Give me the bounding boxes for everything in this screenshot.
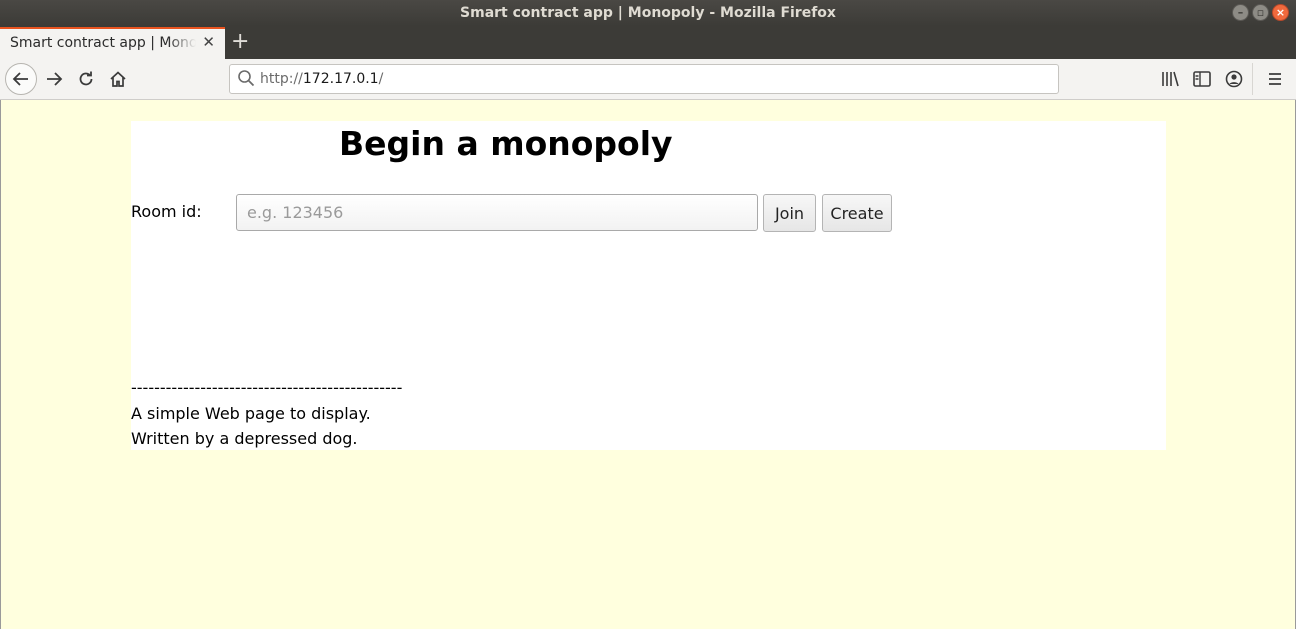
menu-icon[interactable] (1264, 68, 1286, 90)
back-button[interactable] (5, 63, 37, 95)
url-text: http://172.17.0.1/ (260, 71, 383, 87)
url-scheme: http:// (260, 71, 303, 87)
create-button[interactable]: Create (822, 194, 892, 232)
window-controls: – ▫ × (1232, 4, 1289, 21)
toolbar-divider (1252, 63, 1253, 95)
tab-title: Smart contract app | Monopoly (10, 35, 196, 51)
arrow-left-icon (12, 72, 28, 86)
footer-line-1: A simple Web page to display. (131, 403, 371, 423)
footer-line-2: Written by a depressed dog. (131, 429, 358, 448)
maximize-button[interactable]: ▫ (1252, 4, 1269, 21)
account-icon[interactable] (1223, 68, 1245, 90)
reload-icon (79, 71, 93, 86)
minimize-button[interactable]: – (1232, 4, 1249, 21)
window-title-bar: Smart contract app | Monopoly - Mozilla … (0, 0, 1296, 26)
join-button[interactable]: Join (763, 194, 816, 232)
arrow-right-icon (47, 72, 63, 86)
home-button[interactable] (104, 65, 132, 93)
search-icon (238, 70, 255, 87)
page-footer: ----------------------------------------… (131, 375, 402, 452)
home-icon (110, 71, 126, 87)
library-icon[interactable] (1159, 68, 1181, 90)
close-icon[interactable]: ✕ (202, 33, 215, 51)
room-id-label: Room id: (131, 202, 202, 221)
forward-button[interactable] (40, 65, 68, 93)
tab-strip: Smart contract app | Monopoly ✕ + (0, 26, 1296, 59)
page-title: Begin a monopoly (339, 124, 673, 163)
close-window-button[interactable]: × (1272, 4, 1289, 21)
footer-divider: ----------------------------------------… (131, 378, 403, 397)
main-panel: Begin a monopoly Room id: Join Create --… (131, 121, 1166, 450)
url-bar[interactable]: http://172.17.0.1/ (229, 64, 1059, 94)
url-path: / (378, 71, 384, 87)
sidebar-icon[interactable] (1191, 68, 1213, 90)
window-title: Smart contract app | Monopoly - Mozilla … (460, 5, 836, 21)
tab-active[interactable]: Smart contract app | Monopoly ✕ (0, 27, 225, 59)
browser-window: Smart contract app | Monopoly - Mozilla … (0, 0, 1296, 629)
navigation-toolbar: http://172.17.0.1/ (0, 59, 1296, 100)
url-host: 172.17.0.1 (302, 71, 379, 87)
page-viewport: Begin a monopoly Room id: Join Create --… (0, 100, 1296, 629)
room-id-input[interactable] (236, 194, 758, 231)
new-tab-button[interactable]: + (231, 29, 249, 55)
reload-button[interactable] (72, 65, 100, 93)
